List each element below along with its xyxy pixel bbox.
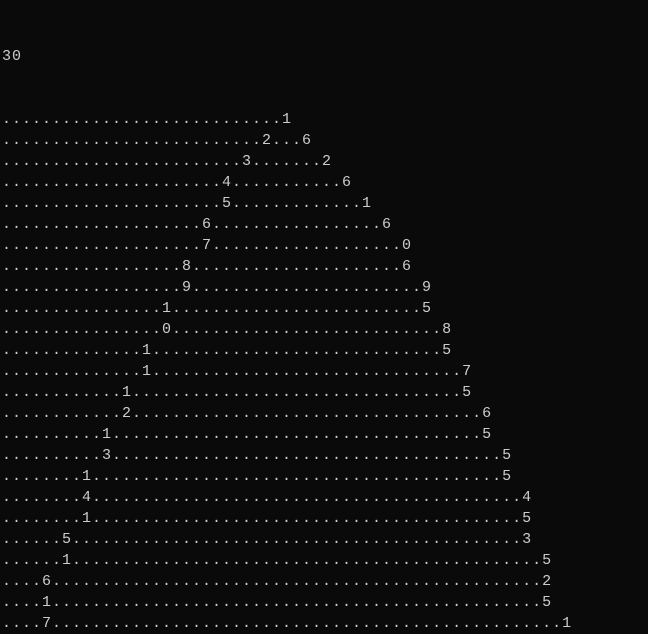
plot-row: ........1...............................… [2,508,648,529]
plot-row: ......5.................................… [2,529,648,550]
plot-row: ................1.......................… [2,298,648,319]
plot-row: ............2...........................… [2,403,648,424]
plot-row: ........................3.......2 [2,151,648,172]
plot-row: ..........................2...6 [2,130,648,151]
plot-row: ................0.......................… [2,319,648,340]
plot-row: ..................8.....................… [2,256,648,277]
plot-row: ..............1.........................… [2,361,648,382]
plot-row: ............................1 [2,109,648,130]
plot-row: ........1...............................… [2,466,648,487]
plot-row: ..........3.............................… [2,445,648,466]
plot-row: ....................6.................6 [2,214,648,235]
plot-row: ......1.................................… [2,550,648,571]
plot-row: ......................4...........6 [2,172,648,193]
plot-row: ..........1.............................… [2,424,648,445]
plot-row: ........4...............................… [2,487,648,508]
plot-row: ....7...................................… [2,613,648,634]
plot-row: ....................7...................… [2,235,648,256]
plot-row: ..............1.........................… [2,340,648,361]
ascii-chart: 30 ............................1 .......… [0,0,648,634]
plot-row: ..................9.....................… [2,277,648,298]
plot-area: ............................1 ..........… [2,109,648,634]
y-max-label: 30 [2,46,648,67]
plot-row: ....1...................................… [2,592,648,613]
plot-row: ............1...........................… [2,382,648,403]
plot-row: ....6...................................… [2,571,648,592]
plot-row: ......................5.............1 [2,193,648,214]
